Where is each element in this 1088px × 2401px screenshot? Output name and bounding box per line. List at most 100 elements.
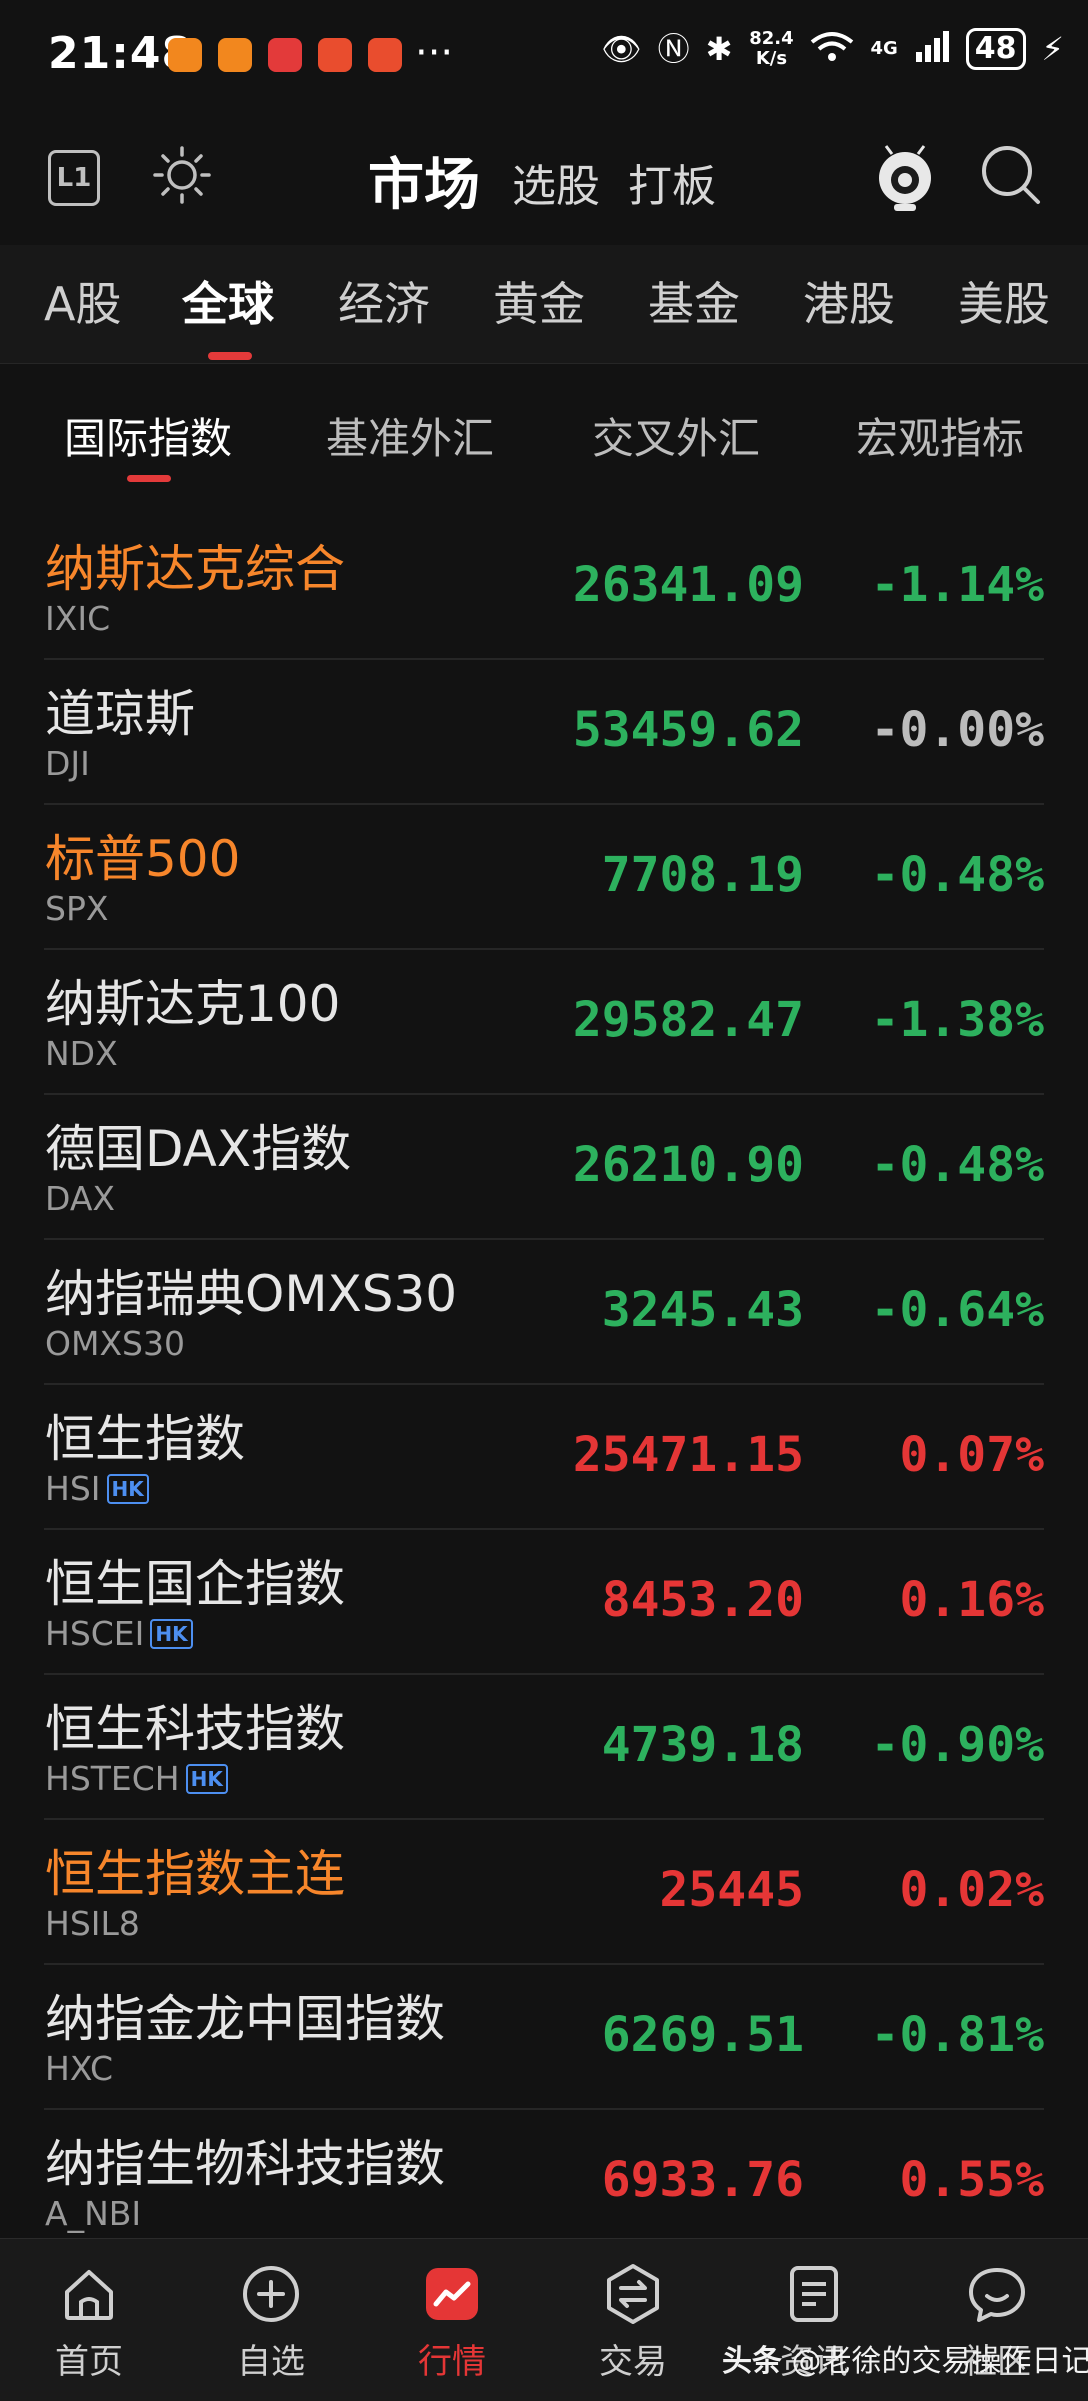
page-title-market[interactable]: 市场 [368, 140, 480, 221]
region-tab-gold[interactable]: 黄金 [493, 268, 585, 334]
nav-market[interactable]: 行情 [387, 2262, 517, 2383]
region-tab-us-stocks[interactable]: 美股 [958, 268, 1050, 334]
region-tab-funds[interactable]: 基金 [648, 268, 740, 334]
index-price: 25471.15 [572, 1427, 804, 1483]
region-tab-hk-stocks[interactable]: 港股 [803, 268, 895, 334]
index-price: 53459.62 [572, 702, 804, 758]
notification-app-icon [218, 38, 252, 72]
index-change-percent: 0.55% [899, 2152, 1045, 2208]
battery-level: 48 [965, 28, 1026, 70]
table-row[interactable]: 纳指瑞典OMXS30 OMXS30 3245.43 -0.64% [0, 1240, 1088, 1385]
watermark-brand: 头条 [722, 2344, 782, 2379]
table-row[interactable]: 道琼斯 DJI 53459.62 -0.00% [0, 660, 1088, 805]
table-row[interactable]: 德国DAX指数 DAX 26210.90 -0.48% [0, 1095, 1088, 1240]
index-change-percent: -0.48% [870, 1137, 1044, 1193]
table-row[interactable]: 恒生国企指数 HSCEI HK 8453.20 0.16% [0, 1530, 1088, 1675]
table-row[interactable]: 纳指金龙中国指数 HXC 6269.51 -0.81% [0, 1965, 1088, 2110]
plus-circle-icon [243, 2266, 299, 2322]
index-change-percent: 0.02% [899, 1862, 1045, 1918]
chat-icon [969, 2268, 1025, 2322]
index-code: HSI [45, 1469, 101, 1508]
index-code-wrap: SPX [45, 889, 108, 928]
table-row[interactable]: 标普500 SPX 7708.19 -0.48% [0, 805, 1088, 950]
assistant-robot-icon[interactable] [870, 142, 940, 214]
index-name: 纳指生物科技指数 [45, 2135, 445, 2193]
notification-app-icon [368, 38, 402, 72]
notification-app-icon [268, 38, 302, 72]
table-row[interactable]: 纳斯达克综合 IXIC 26341.09 -1.14% [0, 515, 1088, 660]
l1-level-button[interactable]: L1 [48, 150, 100, 206]
index-code: HXC [45, 2049, 114, 2088]
index-name: 纳斯达克综合 [45, 540, 345, 598]
more-notifications-icon: ··· [415, 30, 454, 76]
nav-home[interactable]: 首页 [24, 2262, 154, 2383]
index-price: 6269.51 [601, 2007, 804, 2063]
nav-label: 自选 [237, 2342, 305, 2382]
nav-trade[interactable]: 交易 [568, 2262, 698, 2383]
index-code: HSTECH [45, 1759, 180, 1798]
index-code: IXIC [45, 599, 111, 638]
index-code: OMXS30 [45, 1324, 185, 1363]
document-icon [790, 2266, 838, 2322]
header-tab-stock-picker[interactable]: 选股 [512, 150, 600, 214]
table-row[interactable]: 恒生指数主连 HSIL8 25445 0.02% [0, 1820, 1088, 1965]
table-row[interactable]: 恒生指数 HSI HK 25471.15 0.07% [0, 1385, 1088, 1530]
index-change-percent: 0.07% [899, 1427, 1045, 1483]
header-tab-board[interactable]: 打板 [628, 150, 716, 214]
index-name: 标普500 [45, 830, 241, 888]
eye-icon: 👁 [601, 30, 642, 68]
region-tab-active-indicator [208, 352, 252, 360]
index-code-wrap: OMXS30 [45, 1324, 185, 1363]
index-change-percent: -0.48% [870, 847, 1044, 903]
index-price: 26341.09 [572, 557, 804, 613]
index-change-percent: -0.64% [870, 1282, 1044, 1338]
watermark-text: @老徐的交易操作日记 [791, 2344, 1088, 2379]
exchange-icon [607, 2264, 659, 2324]
index-name: 恒生国企指数 [45, 1555, 345, 1613]
subtab-cross-fx[interactable]: 交叉外汇 [592, 405, 760, 466]
wifi-icon [810, 30, 854, 69]
index-code: SPX [45, 889, 109, 928]
index-code-wrap: HSCEI HK [45, 1614, 193, 1653]
region-tab-global[interactable]: 全球 [182, 268, 274, 334]
nfc-icon: Ⓝ [657, 30, 690, 68]
index-name: 恒生科技指数 [45, 1700, 345, 1758]
index-code: NDX [45, 1034, 118, 1073]
market-chart-icon [426, 2268, 478, 2320]
signal-type: 4G [870, 38, 898, 59]
index-code: HSCEI [45, 1614, 145, 1653]
region-tab-a-shares[interactable]: A股 [44, 268, 121, 334]
index-change-percent: -0.81% [870, 2007, 1044, 2063]
watermark: 头条 @老徐的交易操作日记 [722, 2336, 1088, 2380]
net-speed: 82.4 K/s [749, 28, 794, 69]
home-icon [65, 2270, 113, 2320]
nav-label: 交易 [599, 2342, 667, 2382]
region-tab-economy[interactable]: 经济 [338, 268, 430, 334]
index-price: 8453.20 [601, 1572, 804, 1628]
index-change-percent: -1.14% [870, 557, 1044, 613]
table-row[interactable]: 纳斯达克100 NDX 29582.47 -1.38% [0, 950, 1088, 1095]
theme-toggle-sun-icon[interactable] [152, 145, 212, 205]
nav-watchlist[interactable]: 自选 [206, 2262, 336, 2383]
search-icon[interactable] [978, 142, 1044, 208]
index-name: 恒生指数主连 [45, 1845, 345, 1903]
subtab-international-indices[interactable]: 国际指数 [64, 405, 232, 466]
index-code-wrap: A_NBI [45, 2194, 141, 2233]
table-row[interactable]: 恒生科技指数 HSTECH HK 4739.18 -0.90% [0, 1675, 1088, 1820]
subtab-benchmark-fx[interactable]: 基准外汇 [326, 405, 494, 466]
index-change-percent: -1.38% [870, 992, 1044, 1048]
index-code: DAX [45, 1179, 116, 1218]
subtab-macro-indicators[interactable]: 宏观指标 [856, 405, 1024, 466]
index-name: 恒生指数 [45, 1410, 245, 1468]
index-code-wrap: DAX [45, 1179, 115, 1218]
index-name: 纳斯达克100 [45, 975, 341, 1033]
hk-market-badge: HK [106, 1473, 149, 1504]
index-change-percent: -0.90% [870, 1717, 1044, 1773]
bluetooth-icon: ✱ [705, 30, 733, 68]
nav-label: 行情 [418, 2342, 486, 2382]
table-row[interactable]: 纳指生物科技指数 A_NBI 6933.76 0.55% [0, 2110, 1088, 2255]
index-code-wrap: DJI [45, 744, 90, 783]
hk-market-badge: HK [185, 1763, 228, 1794]
index-change-percent: -0.00% [870, 702, 1044, 758]
subtab-active-indicator [127, 475, 171, 482]
